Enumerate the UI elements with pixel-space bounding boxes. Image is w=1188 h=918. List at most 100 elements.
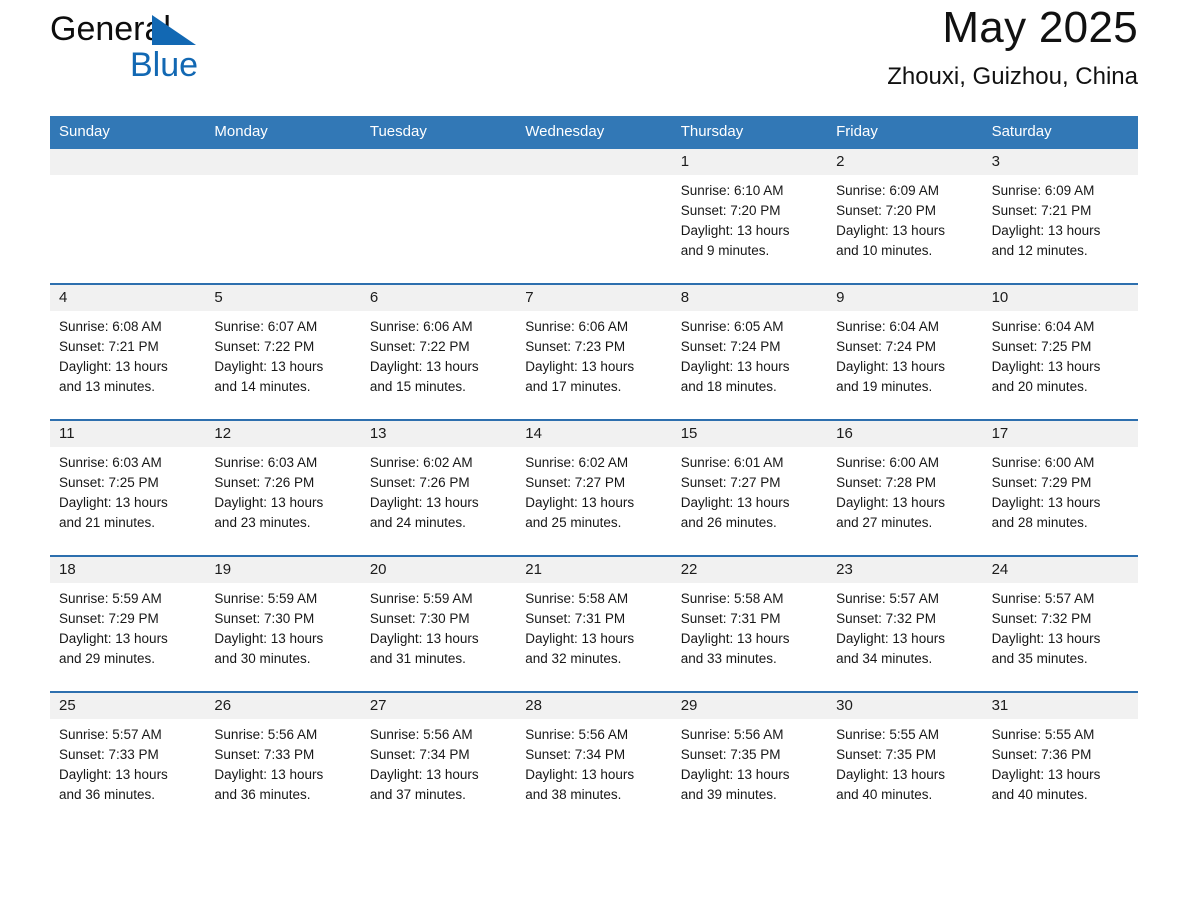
day-daylight-cont-text: and 20 minutes. (991, 379, 1088, 394)
day-details: Sunrise: 5:59 AM Sunset: 7:29 PM Daylight:… (50, 583, 205, 669)
day-number: 12 (205, 421, 361, 447)
calendar-day-cell[interactable]: 15 Sunrise: 6:01 AM Sunset: 7:27 PM Dayligh… (671, 421, 828, 555)
calendar-day-cell[interactable]: 19 Sunrise: 5:59 AM Sunset: 7:30 PM Dayligh… (205, 557, 361, 691)
calendar-day-cell[interactable]: 24 Sunrise: 5:57 AM Sunset: 7:32 PM Dayligh… (982, 557, 1138, 691)
day-daylight-cont-text: and 38 minutes. (525, 787, 622, 802)
calendar-day-cell[interactable]: 31 Sunrise: 5:55 AM Sunset: 7:36 PM Dayligh… (982, 693, 1138, 827)
day-daylight-text: Daylight: 13 hours (991, 767, 1101, 782)
day-daylight-cont-text: and 19 minutes. (836, 379, 933, 394)
day-daylight-text: Daylight: 13 hours (214, 631, 324, 646)
day-sunset-text: Sunset: 7:24 PM (680, 339, 781, 354)
day-number: 5 (205, 285, 361, 311)
day-number: 22 (671, 557, 828, 583)
day-number: 20 (360, 557, 517, 583)
calendar-day-cell-empty (205, 149, 361, 283)
calendar-day-cell[interactable]: 22 Sunrise: 5:58 AM Sunset: 7:31 PM Dayligh… (671, 557, 828, 691)
day-number: 2 (827, 149, 983, 175)
day-daylight-text: Daylight: 13 hours (680, 767, 790, 782)
day-details: Sunrise: 5:59 AM Sunset: 7:30 PM Daylight:… (205, 583, 360, 669)
calendar-week-row: 4 Sunrise: 6:08 AM Sunset: 7:21 PM Daylight… (50, 283, 1138, 419)
calendar-day-cell[interactable]: 18 Sunrise: 5:59 AM Sunset: 7:29 PM Dayligh… (50, 557, 206, 691)
calendar-day-cell[interactable]: 21 Sunrise: 5:58 AM Sunset: 7:31 PM Dayligh… (516, 557, 672, 691)
calendar-day-cell[interactable]: 14 Sunrise: 6:02 AM Sunset: 7:27 PM Dayligh… (516, 421, 672, 555)
calendar-day-cell[interactable]: 8 Sunrise: 6:05 AM Sunset: 7:24 PM Daylight… (671, 285, 828, 419)
day-daylight-text: Daylight: 13 hours (991, 223, 1101, 238)
day-number: 24 (982, 557, 1138, 583)
day-sunrise-text: Sunrise: 5:58 AM (525, 591, 629, 606)
day-sunset-text: Sunset: 7:27 PM (680, 475, 781, 490)
weekday-header-row: Sunday Monday Tuesday Wednesday Thursday… (50, 116, 1138, 149)
calendar-day-cell[interactable]: 23 Sunrise: 5:57 AM Sunset: 7:32 PM Dayligh… (827, 557, 983, 691)
day-sunset-text: Sunset: 7:21 PM (991, 203, 1092, 218)
day-sunrise-text: Sunrise: 6:02 AM (525, 455, 629, 470)
day-details: Sunrise: 5:59 AM Sunset: 7:30 PM Daylight:… (361, 583, 516, 669)
calendar-day-cell[interactable]: 12 Sunrise: 6:03 AM Sunset: 7:26 PM Dayligh… (205, 421, 361, 555)
day-daylight-text: Daylight: 13 hours (214, 495, 324, 510)
calendar-day-cell[interactable]: 5 Sunrise: 6:07 AM Sunset: 7:22 PM Daylight… (205, 285, 361, 419)
day-sunrise-text: Sunrise: 6:00 AM (991, 455, 1095, 470)
calendar-day-cell[interactable]: 9 Sunrise: 6:04 AM Sunset: 7:24 PM Daylight… (827, 285, 983, 419)
day-details: Sunrise: 5:57 AM Sunset: 7:32 PM Daylight:… (827, 583, 982, 669)
day-sunset-text: Sunset: 7:21 PM (59, 339, 159, 354)
day-daylight-cont-text: and 40 minutes. (836, 787, 933, 802)
calendar-day-cell[interactable]: 4 Sunrise: 6:08 AM Sunset: 7:21 PM Daylight… (50, 285, 206, 419)
day-number: 19 (205, 557, 361, 583)
day-sunset-text: Sunset: 7:26 PM (214, 475, 315, 490)
calendar-day-cell[interactable]: 25 Sunrise: 5:57 AM Sunset: 7:33 PM Dayligh… (50, 693, 206, 827)
day-sunrise-text: Sunrise: 5:56 AM (369, 727, 473, 742)
day-daylight-text: Daylight: 13 hours (991, 495, 1101, 510)
day-daylight-text: Daylight: 13 hours (525, 767, 635, 782)
day-sunset-text: Sunset: 7:20 PM (836, 203, 936, 218)
day-number: 8 (671, 285, 828, 311)
day-details: Sunrise: 6:02 AM Sunset: 7:26 PM Daylight:… (361, 447, 516, 533)
day-details: Sunrise: 6:01 AM Sunset: 7:27 PM Daylight:… (672, 447, 827, 533)
day-details: Sunrise: 5:56 AM Sunset: 7:35 PM Daylight:… (672, 719, 827, 805)
day-details: Sunrise: 5:56 AM Sunset: 7:33 PM Daylight:… (205, 719, 360, 805)
calendar-day-cell[interactable]: 30 Sunrise: 5:55 AM Sunset: 7:35 PM Dayligh… (827, 693, 983, 827)
calendar-day-cell[interactable]: 16 Sunrise: 6:00 AM Sunset: 7:28 PM Dayligh… (827, 421, 983, 555)
day-number: 7 (516, 285, 672, 311)
day-daylight-cont-text: and 10 minutes. (836, 243, 933, 258)
day-number: 16 (827, 421, 983, 447)
day-daylight-cont-text: and 24 minutes. (369, 515, 466, 530)
day-details: Sunrise: 6:02 AM Sunset: 7:27 PM Daylight:… (516, 447, 671, 533)
day-daylight-text: Daylight: 13 hours (369, 767, 479, 782)
day-sunrise-text: Sunrise: 6:09 AM (836, 183, 939, 198)
day-sunrise-text: Sunrise: 5:57 AM (991, 591, 1095, 606)
calendar-day-cell[interactable]: 2 Sunrise: 6:09 AM Sunset: 7:20 PM Daylight… (827, 149, 983, 283)
title-block: May 2025 Zhouxi, Guizhou, China (887, 2, 1138, 94)
calendar-day-cell[interactable]: 3 Sunrise: 6:09 AM Sunset: 7:21 PM Daylight… (982, 149, 1138, 283)
day-sunset-text: Sunset: 7:22 PM (214, 339, 315, 354)
day-sunrise-text: Sunrise: 5:57 AM (59, 727, 162, 742)
day-daylight-text: Daylight: 13 hours (836, 631, 945, 646)
calendar-day-cell[interactable]: 26 Sunrise: 5:56 AM Sunset: 7:33 PM Dayligh… (205, 693, 361, 827)
day-daylight-cont-text: and 23 minutes. (214, 515, 311, 530)
calendar-day-cell[interactable]: 6 Sunrise: 6:06 AM Sunset: 7:22 PM Daylight… (360, 285, 517, 419)
calendar-day-cell[interactable]: 1 Sunrise: 6:10 AM Sunset: 7:20 PM Daylight… (671, 149, 828, 283)
day-number: 30 (827, 693, 983, 719)
calendar-day-cell[interactable]: 28 Sunrise: 5:56 AM Sunset: 7:34 PM Dayligh… (516, 693, 672, 827)
day-daylight-text: Daylight: 13 hours (991, 631, 1101, 646)
calendar-day-cell[interactable]: 13 Sunrise: 6:02 AM Sunset: 7:26 PM Dayligh… (360, 421, 517, 555)
calendar-day-cell[interactable]: 17 Sunrise: 6:00 AM Sunset: 7:29 PM Dayligh… (982, 421, 1138, 555)
day-daylight-cont-text: and 25 minutes. (525, 515, 622, 530)
calendar-day-cell[interactable]: 29 Sunrise: 5:56 AM Sunset: 7:35 PM Dayligh… (671, 693, 828, 827)
day-daylight-cont-text: and 30 minutes. (214, 651, 311, 666)
day-sunset-text: Sunset: 7:30 PM (369, 611, 470, 626)
calendar-day-cell[interactable]: 11 Sunrise: 6:03 AM Sunset: 7:25 PM Dayligh… (50, 421, 206, 555)
day-number: 3 (982, 149, 1138, 175)
calendar-day-cell[interactable]: 20 Sunrise: 5:59 AM Sunset: 7:30 PM Dayligh… (360, 557, 517, 691)
day-details: Sunrise: 5:57 AM Sunset: 7:32 PM Daylight:… (983, 583, 1138, 669)
calendar-day-cell[interactable]: 27 Sunrise: 5:56 AM Sunset: 7:34 PM Dayligh… (360, 693, 517, 827)
calendar-day-cell[interactable]: 10 Sunrise: 6:04 AM Sunset: 7:25 PM Dayligh… (982, 285, 1138, 419)
brand-logo[interactable]: General Blue (50, 10, 310, 96)
day-daylight-text: Daylight: 13 hours (680, 631, 790, 646)
day-daylight-text: Daylight: 13 hours (836, 359, 945, 374)
day-sunset-text: Sunset: 7:32 PM (991, 611, 1092, 626)
day-sunrise-text: Sunrise: 5:55 AM (836, 727, 939, 742)
calendar-day-cell[interactable]: 7 Sunrise: 6:06 AM Sunset: 7:23 PM Daylight… (516, 285, 672, 419)
day-daylight-text: Daylight: 13 hours (214, 359, 324, 374)
day-sunrise-text: Sunrise: 6:04 AM (836, 319, 939, 334)
day-number: 11 (50, 421, 206, 447)
day-number: 18 (50, 557, 206, 583)
